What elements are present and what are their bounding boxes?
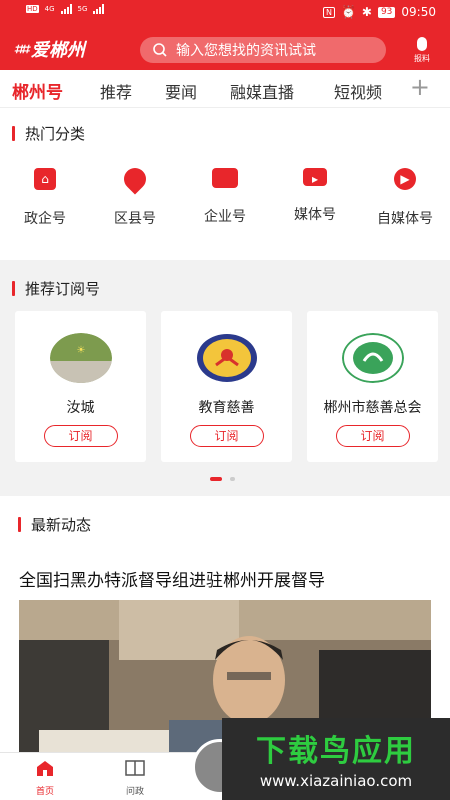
category-quxian[interactable]: 区县号 [95,163,175,228]
tab-short-video[interactable]: 短视频 [334,79,382,103]
subscribe-button[interactable]: 订阅 [43,425,118,447]
watermark-url: www.xiazainiao.com [259,772,413,790]
status-bar: HD 4G 5G N ⏰ ✱ 93 09:50 [0,0,450,26]
account-name: 教育慈善 [198,400,255,416]
account-card[interactable]: ☀ 汝城 订阅 [15,311,146,462]
home-icon [37,761,53,776]
briefcase-icon [212,168,238,188]
add-channel-icon[interactable]: + [410,75,430,99]
category-label: 自媒体号 [377,211,433,227]
category-zimeiti[interactable]: ▶ 自媒体号 [365,168,445,228]
heading-bar [12,126,15,141]
nfc-icon: N [322,6,335,18]
microphone-icon [417,37,427,51]
app-screen: HD 4G 5G N ⏰ ✱ 93 09:50 ⌗⌗ 爱郴州 输入您想找的资讯试… [0,0,450,800]
clock: 09:50 [401,5,436,19]
hd-label: HD [26,5,39,13]
svg-text:☀: ☀ [76,345,85,356]
building-icon: ⌂ [34,168,56,190]
section-heading: 推荐订阅号 [12,278,100,299]
hot-title: 热门分类 [25,125,86,143]
account-card[interactable]: 郴州市慈善总会 订阅 [307,311,438,462]
nav-label: 首页 [35,787,54,797]
category-label: 区县号 [114,211,156,227]
account-card[interactable]: 教育慈善 订阅 [161,311,292,462]
section-heading: 最新动态 [18,514,91,535]
watermark-title: 下载鸟应用 [256,734,416,769]
category-label: 企业号 [204,209,246,225]
carousel-indicator [210,477,235,481]
nav-wenzheng[interactable]: 问政 [110,759,160,797]
heading-bar [12,281,15,296]
carousel-dot [230,477,235,481]
report-label: 报料 [414,54,430,63]
category-zhengqi[interactable]: ⌂ 政企号 [5,168,85,228]
network-label: 4G [44,5,55,13]
signal-icon [60,4,72,14]
category-qiye[interactable]: 企业号 [185,168,265,226]
app-header: HD 4G 5G N ⏰ ✱ 93 09:50 ⌗⌗ 爱郴州 输入您想找的资讯试… [0,0,450,70]
subscribe-button[interactable]: 订阅 [189,425,264,447]
tab-live[interactable]: 融媒直播 [230,79,294,103]
video-camera-icon: ▸ [303,168,327,186]
network-label-2: 5G [77,5,88,13]
category-label: 媒体号 [294,207,336,223]
news-headline[interactable]: 全国扫黑办特派督导组进驻郴州开展督导 [19,566,325,591]
book-icon [125,760,145,776]
hot-categories-section: 热门分类 ⌂ 政企号 区县号 企业号 ▸ 媒体号 ▶ 自媒体号 [0,108,450,260]
account-name: 汝城 [66,400,95,416]
search-placeholder: 输入您想找的资讯试试 [176,43,316,59]
account-name: 郴州市慈善总会 [323,400,422,416]
battery-icon: 93 [377,6,396,18]
account-avatar [196,333,258,383]
latest-news-section: 最新动态 全国扫黑办特派督导组进驻郴州开展督导 [0,496,450,756]
section-heading: 热门分类 [12,123,85,144]
tab-recommend[interactable]: 推荐 [100,79,132,103]
alarm-icon: ⏰ [340,5,356,19]
heading-bar [18,517,21,532]
divider [0,260,450,268]
search-icon [153,43,167,57]
category-label: 政企号 [24,211,66,227]
app-logo: ⌗⌗ 爱郴州 [14,36,85,62]
subscribe-button[interactable]: 订阅 [335,425,410,447]
watermark-banner: 下载鸟应用 www.xiazainiao.com [222,718,450,800]
location-pin-icon [119,163,151,195]
channel-tabs: 郴州号 推荐 要闻 融媒直播 短视频 + [0,70,450,108]
report-button[interactable]: 报料 [410,37,434,64]
search-input[interactable]: 输入您想找的资讯试试 [140,37,386,63]
bluetooth-icon: ✱ [361,5,372,19]
logo-text: 爱郴州 [30,40,85,61]
recommend-title: 推荐订阅号 [25,280,101,298]
nav-label: 问政 [125,787,144,797]
carousel-dot-active [210,477,222,481]
nav-home[interactable]: 首页 [20,759,70,797]
tab-news[interactable]: 要闻 [165,79,197,103]
category-meiti[interactable]: ▸ 媒体号 [275,168,355,224]
account-avatar [341,333,404,383]
recommended-section: 推荐订阅号 ☀ 汝城 订阅 教育慈善 订阅 郴州市慈善总会 订阅 [0,268,450,496]
tab-chenzhou-hao[interactable]: 郴州号 [12,78,63,103]
signal-icon-2 [93,4,105,14]
logo-mark-icon: ⌗⌗ [14,40,29,58]
play-icon: ▶ [394,168,416,190]
news-title: 最新动态 [31,516,92,534]
account-avatar: ☀ [49,333,112,383]
